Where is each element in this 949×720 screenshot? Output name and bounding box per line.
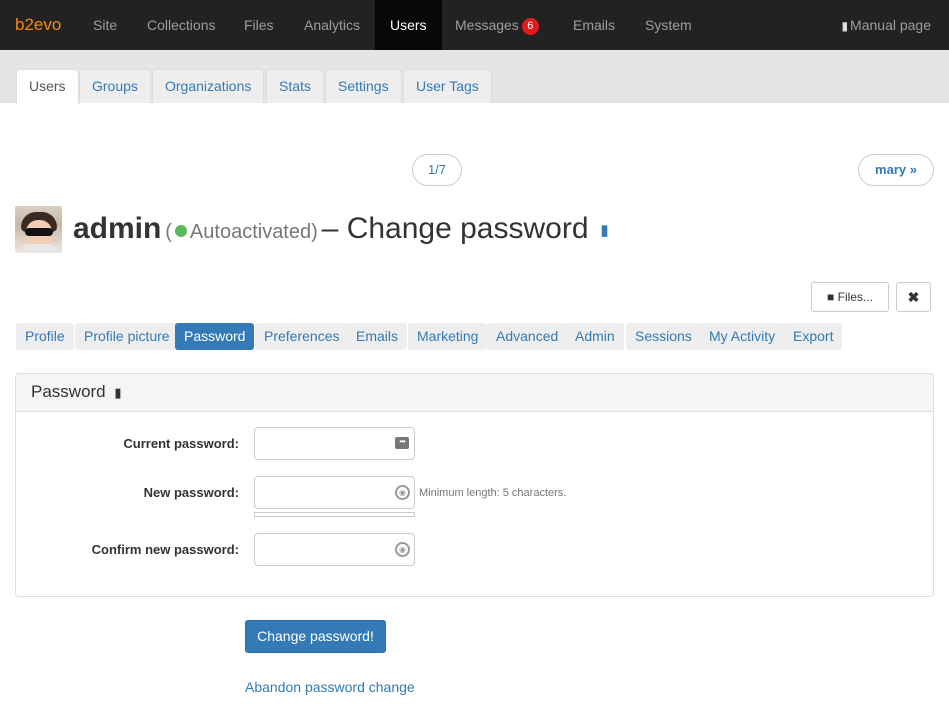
- panel-title: Password: [31, 382, 106, 401]
- status-paren: (: [165, 221, 172, 243]
- password-length-hint: Minimum length: 5 characters.: [419, 487, 567, 499]
- subtab-settings[interactable]: Settings: [325, 69, 402, 103]
- nav-analytics[interactable]: Analytics: [289, 0, 375, 50]
- subtab-organizations[interactable]: Organizations: [152, 69, 265, 103]
- tab-export[interactable]: Export: [784, 323, 843, 350]
- tab-advanced[interactable]: Advanced: [487, 323, 568, 350]
- user-position-indicator: 1/7: [412, 154, 462, 186]
- tab-marketing[interactable]: Marketing: [408, 323, 488, 350]
- manual-page-label: Manual page: [850, 17, 931, 33]
- fingerprint-icon[interactable]: ◉: [395, 542, 410, 557]
- users-subnav: Users Groups Organizations Stats Setting…: [0, 50, 949, 104]
- nav-emails[interactable]: Emails: [558, 0, 630, 50]
- tab-sessions[interactable]: Sessions: [626, 323, 701, 350]
- current-password-field[interactable]: •••: [254, 427, 415, 460]
- tab-my-activity[interactable]: My Activity: [700, 323, 785, 350]
- tab-admin[interactable]: Admin: [566, 323, 624, 350]
- avatar[interactable]: [15, 206, 62, 253]
- manual-book-icon[interactable]: ▮: [600, 222, 608, 239]
- password-manager-icon[interactable]: •••: [395, 437, 409, 449]
- fingerprint-icon[interactable]: ◉: [395, 485, 410, 500]
- brand-logo[interactable]: b2evo: [15, 15, 61, 35]
- nav-files[interactable]: Files: [229, 0, 289, 50]
- tab-password[interactable]: Password: [175, 323, 255, 350]
- manual-page-link[interactable]: ▮ Manual page: [841, 0, 931, 51]
- subtab-user-tags[interactable]: User Tags: [403, 69, 492, 103]
- confirm-password-field[interactable]: ◉: [254, 533, 415, 566]
- tab-profile-picture[interactable]: Profile picture: [75, 323, 179, 350]
- page-title: admin (Autoactivated) – Change password …: [73, 212, 609, 246]
- messages-count-badge: 6: [521, 18, 539, 35]
- status-label: Autoactivated): [189, 221, 318, 243]
- book-icon[interactable]: ▮: [114, 385, 121, 400]
- subtab-groups[interactable]: Groups: [79, 69, 151, 103]
- user-status: ( Autoactivated): [165, 221, 318, 243]
- subtab-users[interactable]: Users: [16, 69, 79, 104]
- page-title-username: admin: [73, 212, 162, 245]
- new-password-field[interactable]: ◉: [254, 476, 415, 509]
- tab-emails[interactable]: Emails: [347, 323, 408, 350]
- tab-preferences[interactable]: Preferences: [255, 323, 349, 350]
- password-strength-meter: [254, 512, 415, 517]
- files-button[interactable]: ■ Files...: [811, 282, 889, 312]
- panel-header: Password ▮: [16, 374, 933, 412]
- password-panel: Password ▮ Current password: ••• New pas…: [15, 373, 934, 597]
- current-password-label: Current password:: [123, 436, 239, 451]
- nav-collections[interactable]: Collections: [132, 0, 230, 50]
- book-icon: ▮: [841, 19, 849, 33]
- status-dot-icon: [174, 225, 187, 237]
- subtab-stats[interactable]: Stats: [266, 69, 324, 103]
- nav-messages-label: Messages: [455, 17, 519, 33]
- nav-messages[interactable]: Messages 6: [440, 0, 554, 50]
- nav-system[interactable]: System: [630, 0, 707, 50]
- folder-icon: ■: [827, 290, 838, 304]
- abandon-password-change-link[interactable]: Abandon password change: [245, 679, 415, 695]
- new-password-label: New password:: [143, 485, 239, 500]
- top-navbar: b2evo Site Collections Files Analytics U…: [0, 0, 949, 50]
- change-password-button[interactable]: Change password!: [245, 620, 386, 653]
- confirm-password-label: Confirm new password:: [91, 542, 239, 557]
- files-button-label: Files...: [837, 290, 873, 304]
- tab-profile[interactable]: Profile: [16, 323, 74, 350]
- nav-site[interactable]: Site: [78, 0, 132, 50]
- page-title-text: – Change password: [321, 212, 589, 245]
- next-user-button[interactable]: mary »: [858, 154, 934, 186]
- nav-users[interactable]: Users: [375, 0, 442, 50]
- close-button[interactable]: ✖: [896, 282, 931, 312]
